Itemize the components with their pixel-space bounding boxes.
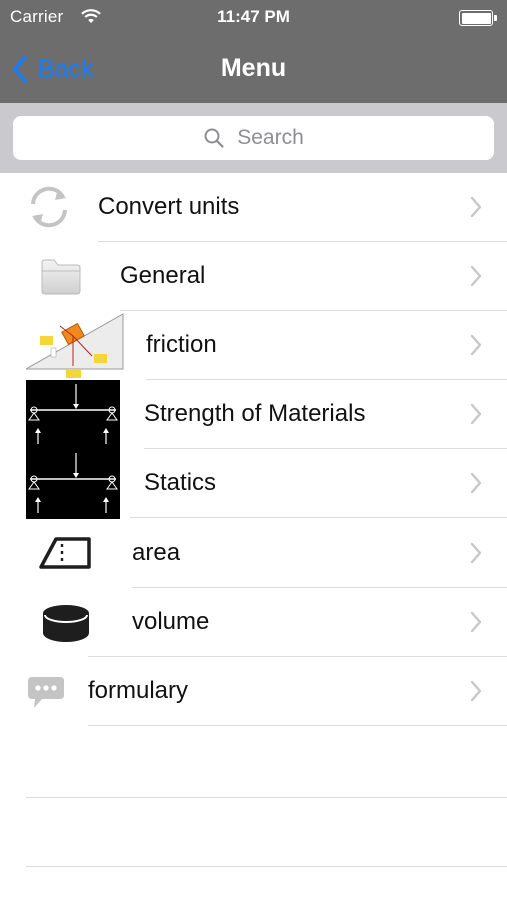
menu-item-label: General [120,262,206,289]
menu-item-label: friction [146,331,217,358]
menu-item-area[interactable]: area [0,519,507,588]
friction-diagram-icon [24,312,124,385]
refresh-icon [25,184,73,235]
menu-item-statics[interactable]: Statics [0,449,507,519]
menu-item-label: Statics [144,469,217,496]
cylinder-icon [41,603,91,650]
search-icon [204,128,224,148]
menu-item-label: Convert units [98,193,240,220]
top-bar: Carrier 11:47 PM Back Menu [0,0,507,103]
menu-item-strength-of-materials[interactable]: Strength of Materials [0,380,507,449]
status-bar: Carrier 11:47 PM [0,0,507,36]
menu-item-friction[interactable]: friction [0,311,507,380]
menu-item-convert-units[interactable]: Convert units [0,173,507,242]
search-input[interactable]: Search [13,116,494,160]
search-placeholder: Search [237,126,304,149]
menu-item-label: volume [132,608,210,635]
beam-diagram-icon [26,449,120,524]
beam-diagram-icon [26,380,120,454]
row-divider [88,725,507,726]
chevron-right-icon [469,611,483,638]
empty-row-divider [26,797,507,798]
speech-bubble-icon [26,675,66,716]
menu-item-general[interactable]: General [0,242,507,311]
chevron-right-icon [469,403,483,430]
search-bar: Search [0,103,507,173]
menu-item-formulary[interactable]: formulary [0,657,507,726]
empty-row-divider [26,866,507,867]
chevron-right-icon [469,265,483,292]
folder-icon [38,255,84,302]
area-icon [38,536,92,575]
clock: 11:47 PM [217,7,290,26]
chevron-right-icon [469,680,483,707]
page-title: Menu [220,54,287,82]
menu-item-volume[interactable]: volume [0,588,507,657]
menu-item-label: area [132,539,181,566]
chevron-right-icon [469,334,483,361]
menu-item-label: formulary [88,677,189,704]
chevron-right-icon [469,196,483,223]
chevron-right-icon [469,472,483,499]
battery-icon [459,10,497,26]
navigation-bar: Back Menu [0,36,507,103]
row-divider [130,517,507,518]
chevron-right-icon [469,542,483,569]
menu-item-label: Strength of Materials [144,400,366,427]
